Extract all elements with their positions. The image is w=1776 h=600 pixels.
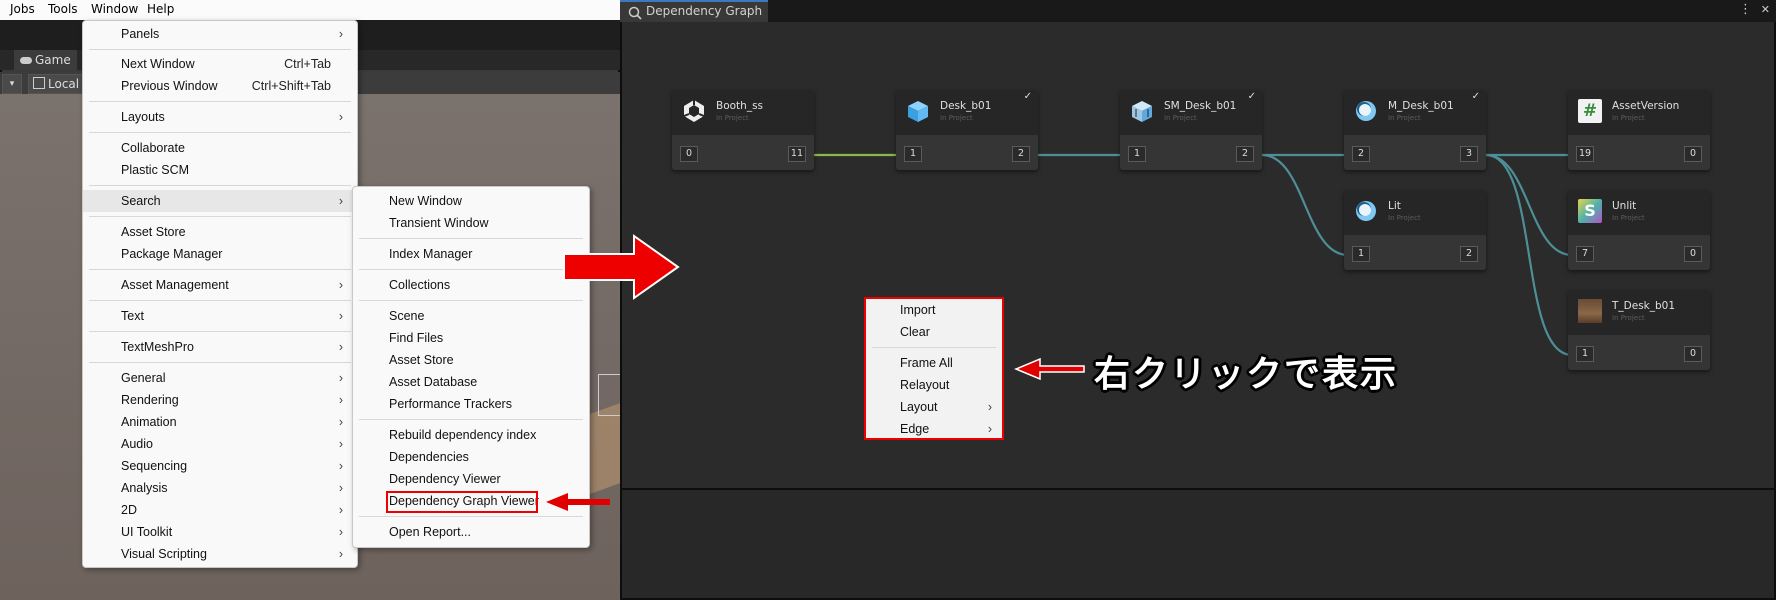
menu-item-clear[interactable]: Clear	[866, 321, 1002, 343]
node-in-count[interactable]: 19	[1576, 146, 1595, 162]
node-location: In Project	[1388, 114, 1421, 122]
menu-divider	[872, 347, 996, 348]
graph-node[interactable]: Booth_ss In Project 0 11	[672, 90, 814, 170]
node-in-count[interactable]: 1	[1352, 246, 1370, 262]
node-out-count[interactable]: 2	[1236, 146, 1254, 162]
graph-node[interactable]: T_Desk_b01 In Project 1 0	[1568, 290, 1710, 370]
node-location: In Project	[940, 114, 973, 122]
menu-item-frame-all[interactable]: Frame All	[866, 352, 1002, 374]
graph-context-menu: Import Clear Frame All Relayout Layout › …	[864, 297, 1004, 440]
unity-logo-icon	[683, 100, 705, 122]
node-name: Unlit	[1612, 200, 1637, 212]
menu-item-import[interactable]: Import	[866, 299, 1002, 321]
pointer-arrow-icon	[1014, 357, 1085, 381]
node-in-count[interactable]: 2	[1352, 146, 1370, 162]
edge-smdesk-lit	[1261, 153, 1349, 257]
node-name: T_Desk_b01	[1612, 300, 1676, 312]
node-name: Desk_b01	[940, 100, 992, 112]
node-in-count[interactable]: 1	[1576, 346, 1594, 362]
node-out-count[interactable]: 0	[1684, 346, 1702, 362]
node-name: AssetVersion	[1612, 100, 1680, 112]
node-in-count[interactable]: 0	[680, 146, 698, 162]
node-name: SM_Desk_b01	[1164, 100, 1237, 112]
check-icon: ✓	[1471, 91, 1480, 102]
node-location: In Project	[1612, 314, 1645, 322]
graph-node[interactable]: # AssetVersion In Project 19 0	[1568, 90, 1710, 170]
node-name: Lit	[1388, 200, 1401, 212]
chevron-right-icon: ›	[987, 400, 992, 414]
node-location: In Project	[1388, 214, 1421, 222]
node-location: In Project	[1164, 114, 1197, 122]
graph-node[interactable]: ✓ M_Desk_b01 In Project 2 3	[1344, 90, 1486, 170]
prefab-cube-icon	[908, 101, 928, 122]
annotation-label: 右クリックで表示	[1094, 354, 1399, 395]
node-out-count[interactable]: 2	[1012, 146, 1030, 162]
graph-node[interactable]: ✓ SM_Desk_b01 In Project 1 2	[1120, 90, 1262, 170]
check-icon: ✓	[1247, 91, 1256, 102]
large-arrow-icon	[563, 234, 680, 300]
chevron-right-icon: ›	[987, 422, 992, 436]
graph-node[interactable]: ✓ Desk_b01 In Project 1 2	[896, 90, 1038, 170]
menu-item-layout[interactable]: Layout ›	[866, 396, 1002, 418]
material-sphere-icon	[1356, 101, 1376, 121]
menu-item-relayout[interactable]: Relayout	[866, 374, 1002, 396]
node-in-count[interactable]: 1	[904, 146, 922, 162]
node-out-count[interactable]: 2	[1460, 246, 1478, 262]
node-location: In Project	[1612, 114, 1645, 122]
node-out-count[interactable]: 0	[1684, 246, 1702, 262]
model-prefab-icon	[1132, 101, 1152, 122]
material-sphere-icon	[1356, 201, 1376, 221]
csharp-script-icon: #	[1578, 99, 1602, 123]
node-out-count[interactable]: 0	[1684, 146, 1702, 162]
node-in-count[interactable]: 1	[1128, 146, 1146, 162]
shader-icon: S	[1578, 199, 1602, 223]
node-location: In Project	[716, 114, 749, 122]
node-out-count[interactable]: 3	[1460, 146, 1478, 162]
texture-thumbnail-icon	[1578, 299, 1602, 323]
node-in-count[interactable]: 7	[1576, 246, 1594, 262]
node-name: Booth_ss	[716, 100, 764, 112]
check-icon: ✓	[1023, 91, 1032, 102]
node-name: M_Desk_b01	[1388, 100, 1454, 112]
menu-item-edge[interactable]: Edge ›	[866, 418, 1002, 440]
node-out-count[interactable]: 11	[787, 146, 806, 162]
graph-node[interactable]: Lit In Project 1 2	[1344, 190, 1486, 270]
edge-mdesk-tdesk	[1485, 153, 1573, 357]
graph-node[interactable]: S Unlit In Project 7 0	[1568, 190, 1710, 270]
edge-mdesk-unlit	[1485, 153, 1573, 257]
node-location: In Project	[1612, 214, 1645, 222]
